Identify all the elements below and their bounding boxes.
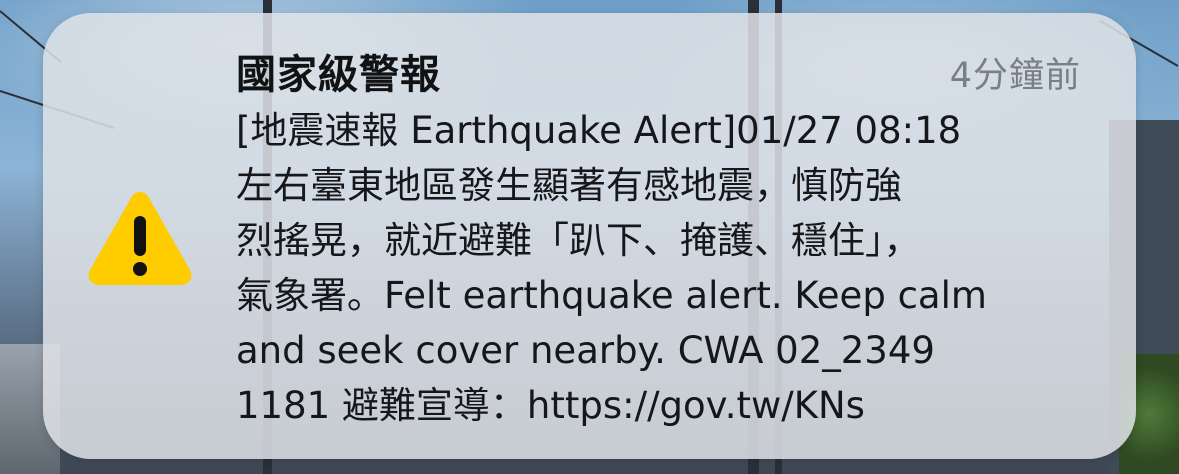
notification-body: [地震速報 Earthquake Alert]01/27 08:18 左右臺東地… <box>236 103 1096 433</box>
warning-exclamation-bar <box>134 216 146 256</box>
notification-title: 國家級警報 <box>236 52 441 98</box>
warning-triangle-icon <box>88 192 192 285</box>
notification-body-line: [地震速報 Earthquake Alert]01/27 08:18 <box>236 109 962 152</box>
notification-body-line: 左右臺東地區發生顯著有感地震，慎防強 <box>236 164 902 207</box>
notification-body-line: and seek cover nearby. CWA 02_2349 <box>236 329 935 372</box>
warning-exclamation-dot <box>133 262 147 276</box>
notification-body-line: 1181 避難宣導：https://gov.tw/KNs <box>236 384 865 427</box>
notification-body-line: 烈搖晃，就近避難「趴下、掩護、穩住」， <box>236 219 921 262</box>
notification-body-line: 氣象署。Felt earthquake alert. Keep calm <box>236 274 987 317</box>
notification-timestamp: 4分鐘前 <box>949 56 1081 96</box>
